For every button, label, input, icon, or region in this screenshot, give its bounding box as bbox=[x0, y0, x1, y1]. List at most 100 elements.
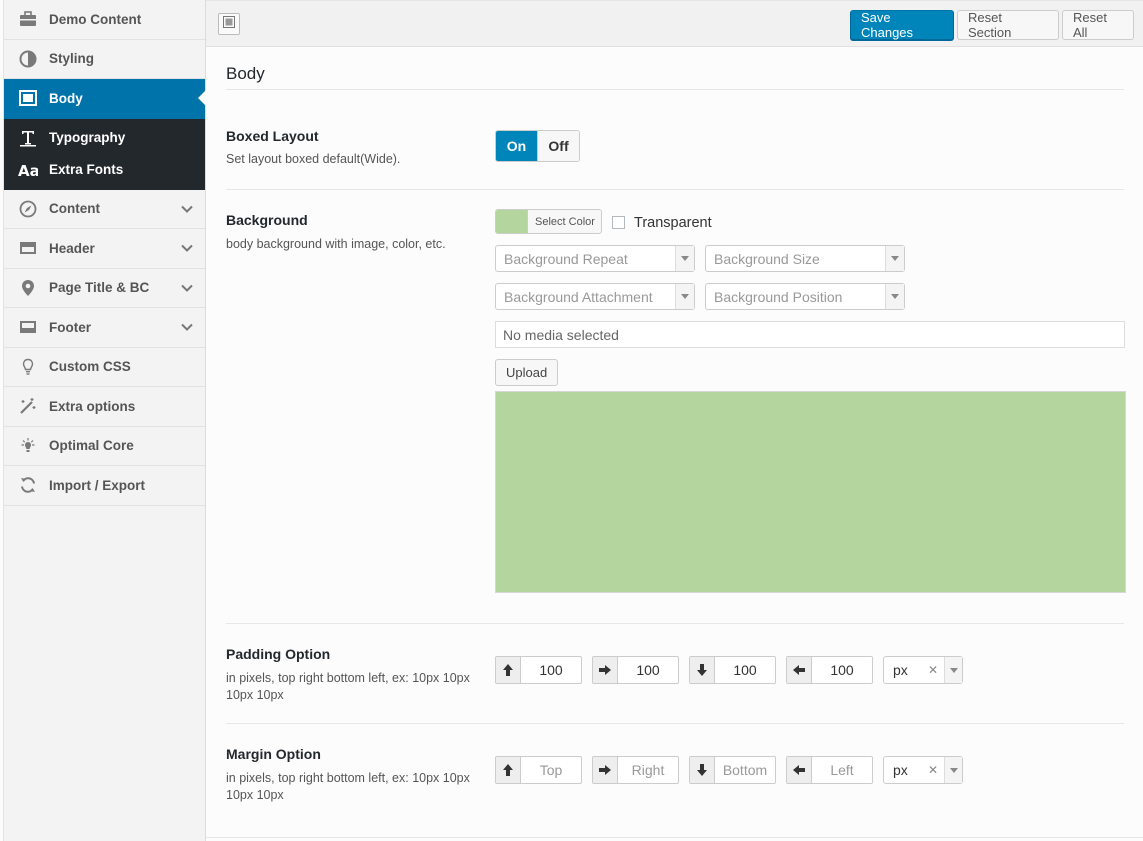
options-toolbar: Save Changes Reset Section Reset All bbox=[206, 0, 1143, 47]
sidebar-item-body[interactable]: Body bbox=[4, 79, 206, 119]
padding-top-input[interactable]: 100 bbox=[521, 657, 581, 683]
sidebar-item-footer[interactable]: Footer bbox=[4, 308, 205, 348]
divider bbox=[226, 623, 1124, 624]
sidebar-item-label: Header bbox=[49, 240, 95, 256]
upload-button[interactable]: Upload bbox=[495, 359, 559, 386]
padding-right-field: 100 bbox=[592, 656, 679, 684]
map-pin-icon bbox=[18, 278, 38, 298]
divider bbox=[206, 837, 1143, 838]
expand-icon bbox=[223, 15, 235, 33]
padding-left-field: 100 bbox=[786, 656, 873, 684]
chevron-down-icon[interactable] bbox=[181, 242, 193, 254]
chevron-down-icon[interactable] bbox=[181, 321, 193, 333]
sidebar-item-header[interactable]: Header bbox=[4, 229, 205, 269]
reset-section-button[interactable]: Reset Section bbox=[957, 10, 1059, 40]
sidebar-item-styling[interactable]: Styling bbox=[4, 40, 205, 79]
sidebar-subitem-typography[interactable]: Typography bbox=[4, 122, 205, 154]
select-placeholder: Background Position bbox=[714, 288, 843, 305]
arrow-right-icon bbox=[593, 657, 618, 683]
arrow-down-icon bbox=[690, 657, 715, 683]
expand-options-button[interactable] bbox=[218, 13, 240, 35]
compass-icon bbox=[18, 199, 38, 219]
chevron-down-icon[interactable] bbox=[181, 282, 193, 294]
clear-icon[interactable]: ✕ bbox=[928, 663, 938, 677]
options-sidebar: Demo Content Styling Body Typography Aa … bbox=[3, 0, 206, 841]
boxed-layout-title: Boxed Layout bbox=[226, 128, 319, 144]
sidebar-item-label: Content bbox=[49, 201, 100, 217]
padding-title: Padding Option bbox=[226, 646, 331, 662]
margin-right-input[interactable]: Right bbox=[618, 757, 678, 783]
background-attachment-select[interactable]: Background Attachment bbox=[495, 283, 695, 310]
arrow-up-icon bbox=[496, 657, 521, 683]
refresh-icon bbox=[18, 475, 38, 495]
sidebar-item-extra-options[interactable]: Extra options bbox=[4, 387, 205, 427]
padding-right-input[interactable]: 100 bbox=[618, 657, 678, 683]
options-panel: Body Boxed Layout Set layout boxed defau… bbox=[206, 47, 1143, 841]
sidebar-item-label: Extra Fonts bbox=[49, 162, 124, 177]
unit-value: px bbox=[893, 662, 908, 678]
text-format-icon bbox=[18, 129, 38, 147]
briefcase-icon bbox=[18, 9, 38, 29]
dropdown-arrow-icon bbox=[944, 757, 962, 783]
body-layout-icon bbox=[18, 88, 38, 108]
background-title: Background bbox=[226, 212, 308, 228]
margin-desc: in pixels, top right bottom left, ex: 10… bbox=[226, 771, 470, 802]
save-changes-button[interactable]: Save Changes bbox=[850, 10, 954, 40]
padding-bottom-input[interactable]: 100 bbox=[715, 657, 775, 683]
dropdown-arrow-icon bbox=[944, 657, 962, 683]
body-submenu: Typography Aa Extra Fonts bbox=[4, 118, 205, 190]
boxed-layout-switch: On Off bbox=[495, 130, 580, 162]
switch-off-button[interactable]: Off bbox=[537, 131, 579, 161]
dropdown-arrow-icon bbox=[885, 284, 904, 309]
margin-left-field: Left bbox=[786, 756, 873, 784]
background-repeat-select[interactable]: Background Repeat bbox=[495, 245, 695, 272]
color-swatch bbox=[496, 210, 527, 233]
arrow-up-icon bbox=[496, 757, 521, 783]
background-preview bbox=[495, 391, 1126, 593]
margin-left-input[interactable]: Left bbox=[812, 757, 872, 783]
sidebar-item-label: Styling bbox=[49, 51, 95, 67]
sidebar-subitem-extra-fonts[interactable]: Aa Extra Fonts bbox=[4, 154, 205, 186]
background-position-select[interactable]: Background Position bbox=[705, 283, 905, 310]
select-placeholder: Background Size bbox=[714, 250, 820, 267]
sidebar-item-demo-content[interactable]: Demo Content bbox=[4, 0, 205, 40]
media-url-input[interactable]: No media selected bbox=[495, 321, 1125, 348]
unit-value: px bbox=[893, 762, 908, 778]
margin-top-input[interactable]: Top bbox=[521, 757, 581, 783]
divider bbox=[226, 189, 1124, 190]
arrow-right-icon bbox=[593, 757, 618, 783]
margin-bottom-input[interactable]: Bottom bbox=[715, 757, 775, 783]
margin-unit-select[interactable]: px ✕ bbox=[883, 756, 963, 784]
margin-right-field: Right bbox=[592, 756, 679, 784]
reset-all-button[interactable]: Reset All bbox=[1062, 10, 1134, 40]
sidebar-item-content[interactable]: Content bbox=[4, 190, 205, 229]
select-color-button[interactable]: Select Color bbox=[495, 209, 602, 234]
divider bbox=[226, 89, 1124, 90]
sidebar-item-import-export[interactable]: Import / Export bbox=[4, 466, 205, 506]
dropdown-arrow-icon bbox=[675, 284, 694, 309]
chevron-down-icon[interactable] bbox=[181, 203, 193, 215]
arrow-left-icon bbox=[787, 757, 812, 783]
margin-title: Margin Option bbox=[226, 746, 321, 762]
contrast-icon bbox=[18, 49, 38, 69]
select-color-label: Select Color bbox=[527, 210, 601, 233]
sidebar-item-label: Typography bbox=[49, 130, 126, 145]
transparent-checkbox[interactable] bbox=[612, 216, 625, 229]
section-title: Body bbox=[226, 64, 265, 83]
sidebar-item-page-title[interactable]: Page Title & BC bbox=[4, 269, 205, 308]
sidebar-item-label: Import / Export bbox=[49, 477, 146, 493]
padding-left-input[interactable]: 100 bbox=[812, 657, 872, 683]
margin-bottom-field: Bottom bbox=[689, 756, 776, 784]
boxed-layout-desc: Set layout boxed default(Wide). bbox=[226, 152, 401, 166]
sidebar-item-label: Body bbox=[49, 90, 83, 106]
background-size-select[interactable]: Background Size bbox=[705, 245, 905, 272]
background-desc: body background with image, color, etc. bbox=[226, 237, 446, 251]
sidebar-item-optimal-core[interactable]: Optimal Core bbox=[4, 427, 205, 466]
switch-on-button[interactable]: On bbox=[496, 131, 537, 161]
clear-icon[interactable]: ✕ bbox=[928, 763, 938, 777]
sidebar-item-label: Footer bbox=[49, 319, 91, 335]
sidebar-item-custom-css[interactable]: Custom CSS bbox=[4, 348, 205, 387]
padding-unit-select[interactable]: px ✕ bbox=[883, 656, 963, 684]
divider bbox=[226, 723, 1124, 724]
transparent-label: Transparent bbox=[634, 215, 712, 231]
